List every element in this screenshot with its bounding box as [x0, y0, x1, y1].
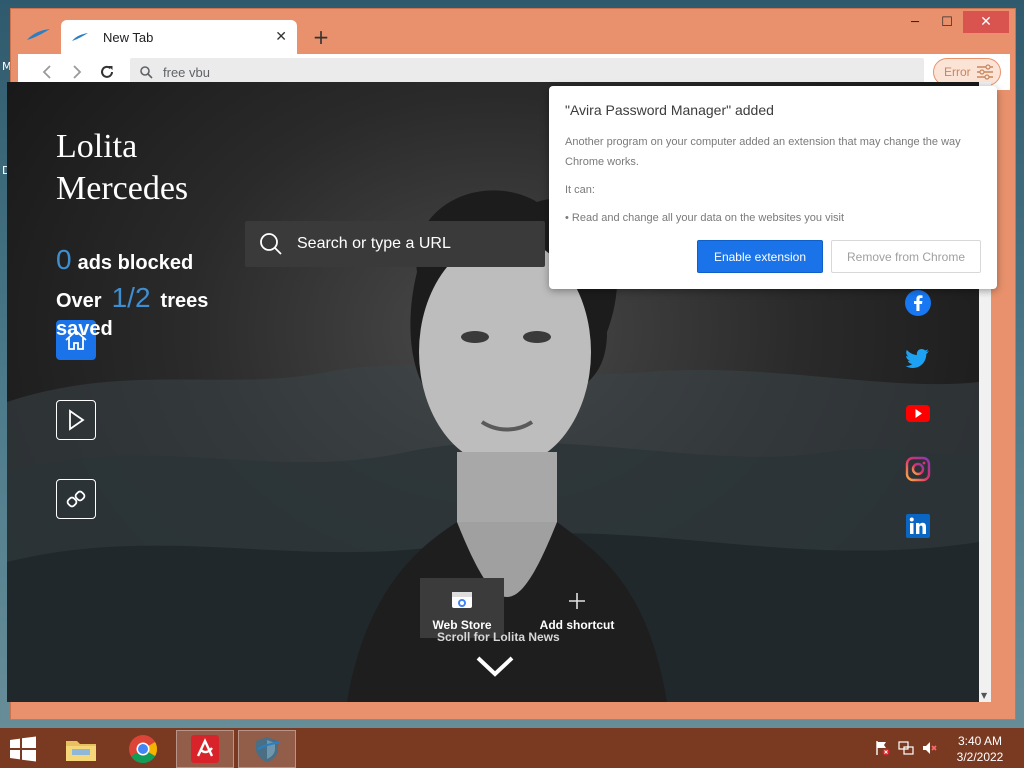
browser-logo-icon: [27, 29, 50, 40]
shield-icon: [256, 737, 281, 762]
shortcut-web-store[interactable]: Web Store: [420, 578, 504, 638]
menu-sliders-icon: [977, 64, 993, 80]
search-placeholder: Search or type a URL: [297, 235, 451, 252]
play-icon: [69, 409, 85, 431]
chrome-icon: [129, 735, 157, 763]
tab-favicon-icon: [72, 33, 88, 41]
popup-title: "Avira Password Manager" added: [565, 102, 774, 118]
minimize-button[interactable]: ─: [899, 11, 931, 33]
taskbar-security-app[interactable]: [238, 730, 296, 768]
popup-permission: • Read and change all your data on the w…: [565, 212, 845, 224]
address-text: free vbu: [163, 64, 210, 80]
clock-time: 3:40 AM: [957, 734, 1003, 748]
error-label: Error: [944, 65, 971, 79]
trees-prefix: Over: [56, 290, 102, 312]
windows-start-icon[interactable]: [8, 736, 38, 762]
clock-date: 3/2/2022: [956, 750, 1004, 764]
extension-added-popup: "Avira Password Manager" added Another p…: [549, 86, 997, 289]
close-tab-icon[interactable]: ✕: [275, 29, 287, 45]
trees-label: trees: [160, 290, 209, 312]
web-store-icon: [452, 592, 472, 608]
taskbar-file-explorer[interactable]: [52, 730, 110, 768]
ads-blocked-label: ads blocked: [77, 252, 194, 274]
youtube-icon[interactable]: [905, 400, 931, 426]
linkedin-icon[interactable]: [905, 513, 931, 539]
brand-line-1: Lolita: [56, 128, 138, 165]
taskbar-avira[interactable]: [176, 730, 234, 768]
popup-can-label: It can:: [565, 184, 595, 196]
tab-title: New Tab: [103, 29, 154, 45]
chevron-down-icon[interactable]: [475, 654, 515, 678]
add-shortcut-button[interactable]: Add shortcut: [535, 578, 619, 638]
taskbar: 3:40 AM 3/2/2022: [0, 728, 1024, 768]
video-button[interactable]: [56, 400, 96, 440]
forward-arrow-icon: [73, 65, 82, 79]
avira-icon: [191, 735, 219, 763]
page-search-box[interactable]: Search or type a URL: [245, 221, 545, 267]
ads-blocked-stat: 0 ads blocked: [56, 244, 193, 276]
action-center-flag-icon[interactable]: [874, 740, 890, 756]
trees-count: 1/2: [111, 282, 151, 313]
brand-line-2: Mercedes: [56, 170, 189, 207]
links-button[interactable]: [56, 479, 96, 519]
system-clock[interactable]: 3:40 AM 3/2/2022: [950, 733, 1010, 765]
scroll-down-icon[interactable]: ▼: [981, 691, 987, 700]
new-tab-button[interactable]: +: [309, 25, 333, 49]
facebook-icon[interactable]: [905, 290, 931, 316]
enable-extension-button[interactable]: Enable extension: [697, 240, 823, 273]
window-controls: ─ ☐ ✕: [899, 11, 1009, 33]
scroll-news-label: Scroll for Lolita News: [437, 630, 560, 644]
popup-description: Another program on your computer added a…: [565, 136, 961, 168]
tab-new-tab[interactable]: New Tab ✕: [61, 20, 297, 54]
close-window-button[interactable]: ✕: [963, 11, 1009, 33]
link-icon: [66, 490, 86, 508]
taskbar-chrome[interactable]: [114, 730, 172, 768]
network-icon[interactable]: [898, 740, 914, 756]
back-arrow-icon: [42, 65, 51, 79]
volume-muted-icon[interactable]: [922, 740, 938, 756]
trees-saved-word: saved: [56, 318, 113, 340]
ads-blocked-count: 0: [56, 244, 72, 275]
search-icon: [260, 233, 282, 255]
reload-icon: [101, 65, 113, 78]
twitter-icon[interactable]: [905, 345, 931, 371]
remove-from-chrome-button[interactable]: Remove from Chrome: [831, 240, 981, 273]
search-icon: [140, 65, 153, 79]
maximize-button[interactable]: ☐: [931, 11, 963, 33]
brand-name: Lolita Mercedes: [56, 126, 188, 210]
instagram-icon[interactable]: [905, 456, 931, 482]
plus-icon: [569, 593, 585, 609]
folder-icon: [66, 741, 96, 761]
trees-saved-stat: Over 1/2 trees: [56, 282, 208, 314]
popup-actions: Enable extension Remove from Chrome: [697, 240, 981, 273]
